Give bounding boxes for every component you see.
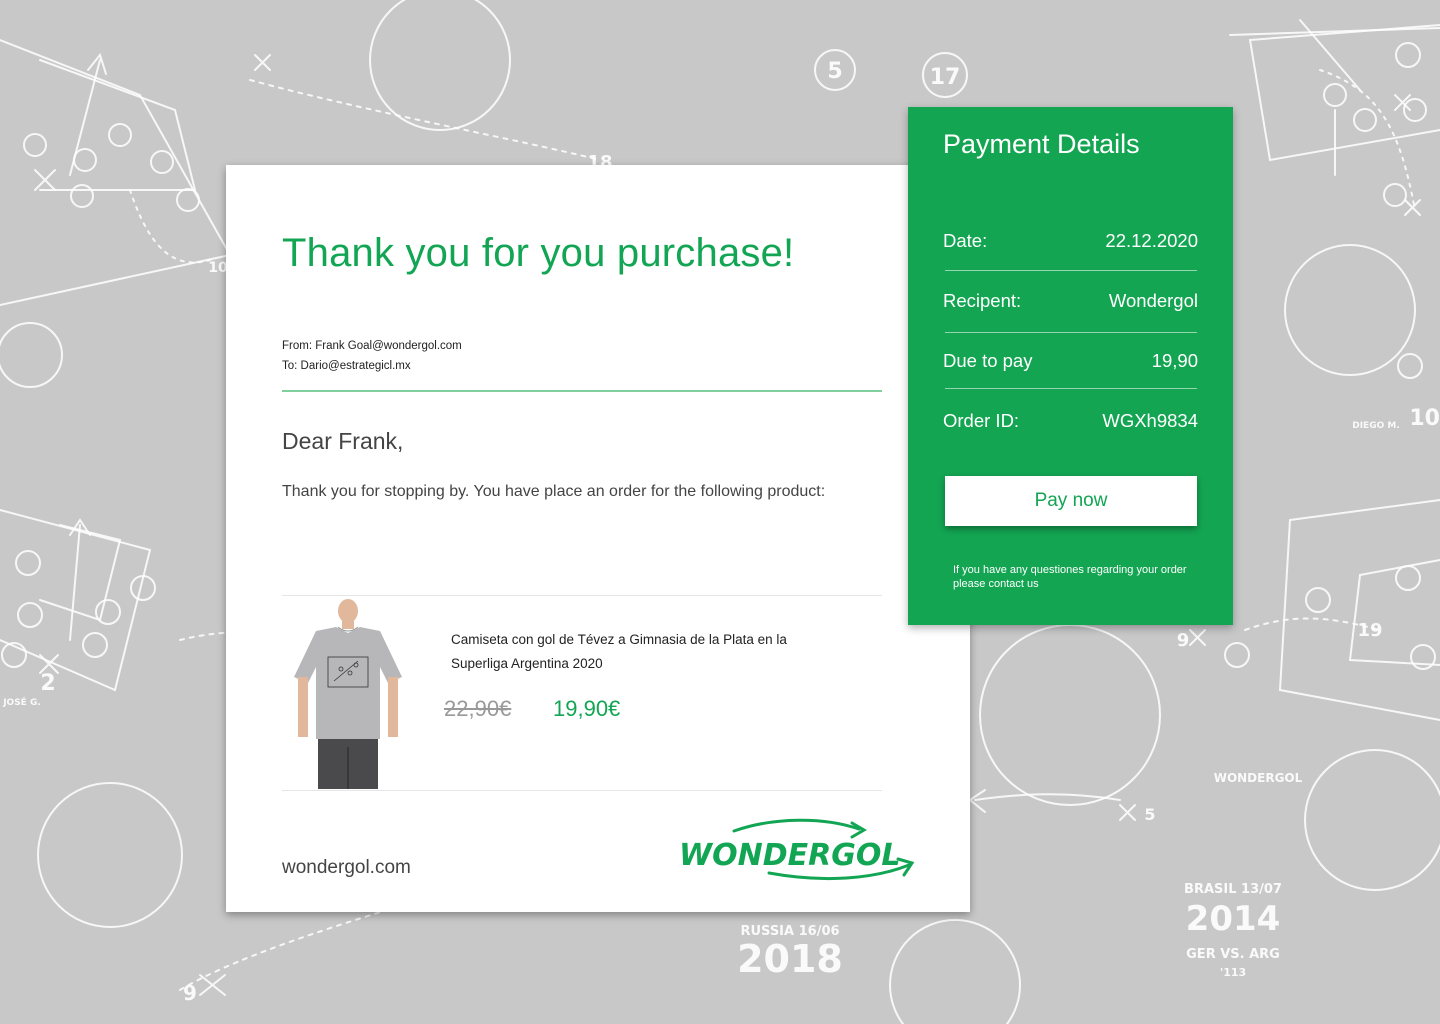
svg-text:5: 5 [827,59,842,84]
svg-text:19: 19 [1357,620,1382,641]
email-card: Thank you for you purchase! From: Frank … [226,165,970,912]
old-price: 22,90€ [444,696,512,721]
svg-text:9: 9 [1177,630,1190,651]
product-bottom-divider [282,790,882,791]
svg-text:17: 17 [930,65,961,90]
wondergol-logo: WONDERGOL [679,818,915,880]
row-divider [945,388,1197,389]
svg-text:GER VS. ARG: GER VS. ARG [1186,947,1280,962]
detail-row-date: Date: 22.12.2020 [943,230,1198,252]
svg-text:JOSÉ G.: JOSÉ G. [2,696,41,708]
detail-row-recipient: Recipent: Wondergol [943,290,1198,312]
pay-now-button[interactable]: Pay now [945,476,1197,526]
svg-text:'113: '113 [1220,966,1246,979]
row-divider [945,332,1197,333]
svg-text:10: 10 [1409,406,1440,431]
svg-text:BRASIL 13/07: BRASIL 13/07 [1184,882,1282,897]
payment-title: Payment Details [943,129,1140,159]
svg-text:2014: 2014 [1186,899,1281,939]
from-line: From: Frank Goal@wondergol.com [282,340,462,352]
product-name: Camiseta con gol de Tévez a Gimnasia de … [451,632,787,671]
footer-site-link[interactable]: wondergol.com [282,857,411,879]
row-divider [945,270,1197,271]
payment-details-panel: Payment Details Date: 22.12.2020 Recipen… [908,107,1233,625]
svg-text:DIEGO M.: DIEGO M. [1352,421,1400,431]
help-text: If you have any questiones regarding you… [953,564,1187,590]
page-title: Thank you for you purchase! [282,231,795,275]
detail-value: WGXh9834 [1102,410,1198,431]
new-price: 19,90€ [553,696,621,721]
product-image [286,597,410,789]
email-meta: From: Frank Goal@wondergol.com To: Dario… [282,336,462,376]
detail-label: Date: [943,230,988,251]
greeting: Dear Frank, [282,428,404,454]
detail-label: Due to pay [943,350,1033,371]
detail-value: 19,90 [1151,350,1198,371]
svg-text:2018: 2018 [737,937,843,981]
detail-value: Wondergol [1108,290,1198,311]
to-line: To: Dario@estrategicl.mx [282,360,411,372]
svg-text:WONDERGOL: WONDERGOL [679,838,900,873]
detail-label: Order ID: [943,410,1020,431]
svg-text:5: 5 [1144,805,1155,824]
detail-row-due: Due to pay 19,90 [943,350,1198,372]
svg-text:9: 9 [183,981,197,1005]
product-top-divider [282,595,882,596]
detail-value: 22.12.2020 [1105,230,1198,251]
svg-text:WONDERGOL: WONDERGOL [1214,771,1303,785]
header-divider [282,390,882,392]
detail-row-order-id: Order ID: WGXh9834 [943,410,1198,432]
svg-text:2: 2 [40,671,55,696]
detail-label: Recipent: [943,290,1022,311]
body-text: Thank you for stopping by. You have plac… [282,483,826,500]
